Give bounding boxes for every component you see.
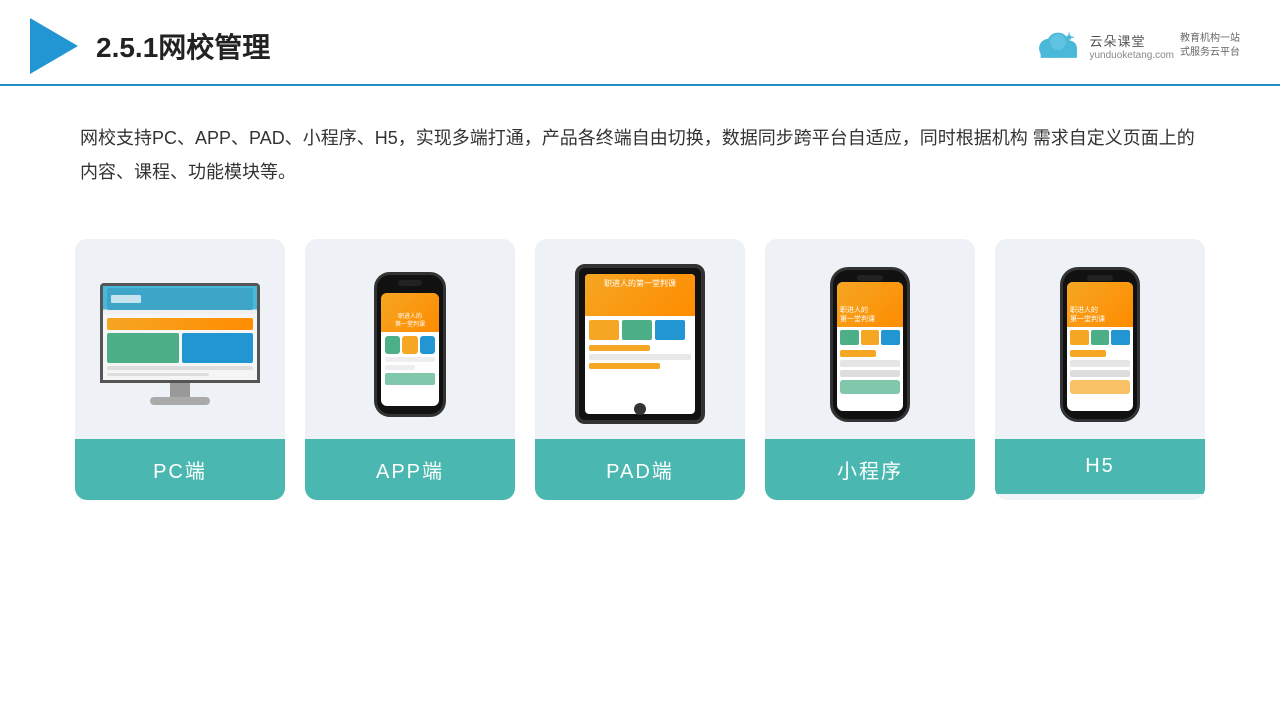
card-pad-label: PAD端 [535, 439, 745, 500]
card-pc-image [75, 239, 285, 439]
mini-phone-screen-mini: 职进人的第一堂判课 [837, 282, 903, 411]
mini-phone-screen-h5: 职进人的第一堂判课 [1067, 282, 1133, 411]
card-h5-label: H5 [995, 439, 1205, 494]
cards-section: PC端 职进人的第一堂判课 [0, 209, 1280, 530]
tablet-screen: 职进人的第一堂判课 [585, 274, 695, 414]
brand-logo-icon: 云朵课堂 yunduoketang.com 教育机构一站式服务云平台 [1033, 31, 1240, 61]
card-pc: PC端 [75, 239, 285, 500]
monitor-screen [100, 283, 260, 383]
pc-monitor-icon [100, 283, 260, 405]
description-text: 网校支持PC、APP、PAD、小程序、H5，实现多端打通，产品各终端自由切换，数… [0, 86, 1280, 209]
card-app: 职进人的第一堂判课 APP端 [305, 239, 515, 500]
brand-tagline: 教育机构一站式服务云平台 [1180, 32, 1240, 60]
card-pad-image: 职进人的第一堂判课 [535, 239, 745, 439]
header-left: 2.5.1网校管理 [30, 18, 270, 74]
card-miniprogram-image: 职进人的第一堂判课 [765, 239, 975, 439]
brand-text: 云朵课堂 yunduoketang.com [1089, 31, 1174, 61]
card-miniprogram-label: 小程序 [765, 439, 975, 500]
logo-triangle-icon [30, 18, 78, 74]
card-miniprogram: 职进人的第一堂判课 小程序 [765, 239, 975, 500]
header: 2.5.1网校管理 云朵课堂 yunduoketang.com 教育机构一站式服… [0, 0, 1280, 86]
mini-phone-miniprogram: 职进人的第一堂判课 [830, 267, 910, 422]
mini-phone-h5: 职进人的第一堂判课 [1060, 267, 1140, 422]
card-h5: 职进人的第一堂判课 H5 [995, 239, 1205, 500]
cloud-icon [1033, 31, 1083, 61]
card-app-label: APP端 [305, 439, 515, 500]
card-pad: 职进人的第一堂判课 PAD端 [535, 239, 745, 500]
tablet-mock: 职进人的第一堂判课 [575, 264, 705, 424]
brand-name: 云朵课堂 [1089, 31, 1174, 50]
phone-screen-app: 职进人的第一堂判课 [381, 293, 439, 406]
card-app-image: 职进人的第一堂判课 [305, 239, 515, 439]
card-h5-image: 职进人的第一堂判课 [995, 239, 1205, 439]
brand-logo: 云朵课堂 yunduoketang.com 教育机构一站式服务云平台 [1033, 31, 1240, 61]
phone-mock-app: 职进人的第一堂判课 [374, 272, 446, 417]
page-title: 2.5.1网校管理 [96, 26, 270, 66]
brand-url: yunduoketang.com [1089, 50, 1174, 61]
card-pc-label: PC端 [75, 439, 285, 500]
